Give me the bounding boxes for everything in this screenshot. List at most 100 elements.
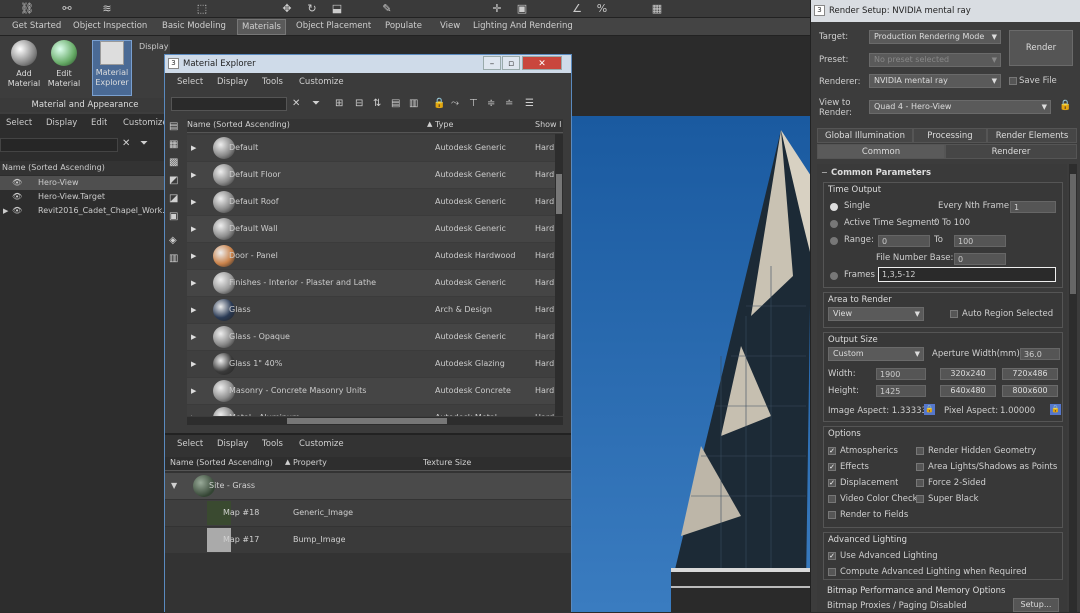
collapse-arrow-icon[interactable]: ▼ (171, 481, 177, 490)
clear-icon[interactable]: ✕ (292, 98, 300, 109)
axis-icon[interactable]: ✛ (490, 2, 504, 16)
expand-arrow-icon[interactable]: ▶ (191, 324, 196, 350)
tab-renderer[interactable]: Renderer (945, 144, 1077, 159)
size-preset-button[interactable]: 720x486 (1002, 368, 1058, 380)
expand-arrow-icon[interactable]: ▶ (191, 378, 196, 404)
expand-arrow-icon[interactable]: ▶ (191, 216, 196, 242)
scene-row[interactable]: ▶ 👁 Revit2016_Cadet_Chapel_Work... (0, 204, 166, 218)
eye-icon[interactable]: 👁 (12, 204, 22, 218)
expand-arrow-icon[interactable]: ▶ (191, 135, 196, 161)
range-radio[interactable] (830, 237, 838, 245)
snap-toggle-icon[interactable]: ▣ (515, 2, 529, 16)
sort-icon[interactable]: ⇅ (373, 98, 381, 109)
option-checkbox[interactable] (828, 495, 836, 503)
sort-ascending-icon[interactable]: ▲ (285, 458, 290, 466)
scene-menu-customize[interactable]: Customize (123, 118, 168, 128)
tab-object-inspection[interactable]: Object Inspection (73, 21, 147, 31)
detail-column-name[interactable]: Name (Sorted Ascending) (170, 458, 273, 467)
angle-snap-icon[interactable]: ∠ (570, 2, 584, 16)
tab-lighting-rendering[interactable]: Lighting And Rendering (473, 21, 573, 31)
height-spinner[interactable]: 1425 (876, 385, 926, 397)
expand-arrow-icon[interactable]: ▶ (191, 297, 196, 323)
tab-object-placement[interactable]: Object Placement (296, 21, 371, 31)
sheet2-icon[interactable]: ▥ (409, 98, 418, 109)
compute-advanced-lighting-checkbox[interactable] (828, 568, 836, 576)
collapse-minus-icon[interactable]: − (821, 168, 828, 177)
material-row[interactable]: ▶ Glass Arch & Design Hard (187, 297, 555, 323)
detail-column-texture[interactable]: Texture Size (423, 458, 471, 467)
filter-icon[interactable]: ⏷ (140, 138, 148, 149)
expand-arrow-icon[interactable]: ▶ (191, 351, 196, 377)
eye-icon[interactable]: 👁 (12, 190, 22, 204)
column-show-in[interactable]: Show In (535, 120, 561, 129)
column-type[interactable]: Type (435, 120, 453, 129)
tab-processing[interactable]: Processing (913, 128, 987, 143)
scrollbar-thumb[interactable] (556, 174, 562, 214)
expand-arrow-icon[interactable]: ▶ (191, 189, 196, 215)
menu-select[interactable]: Select (177, 77, 203, 87)
lock-icon[interactable]: 🔒 (1059, 100, 1071, 111)
tab-render-elements[interactable]: Render Elements (987, 128, 1077, 143)
percent-snap-icon[interactable]: % (595, 2, 609, 16)
scene-menu-display[interactable]: Display (46, 118, 77, 128)
tab-get-started[interactable]: Get Started (12, 21, 61, 31)
sheet-icon[interactable]: ▤ (391, 98, 400, 109)
option-checkbox[interactable] (828, 511, 836, 519)
expand-icon[interactable]: ≑ (487, 98, 495, 109)
material-explorer-button[interactable]: Material Explorer (92, 40, 132, 96)
menu-tools[interactable]: Tools (262, 77, 283, 87)
scrollbar-thumb[interactable] (287, 418, 447, 424)
expand-arrow-icon[interactable]: ▶ (191, 270, 196, 296)
scene-row[interactable]: 👁 Hero-View.Target (0, 190, 166, 204)
scene-row[interactable]: 👁 Hero-View (0, 176, 166, 190)
render-button[interactable]: Render (1009, 30, 1073, 66)
render-setup-title[interactable]: Render Setup: NVIDIA mental ray (811, 0, 1080, 22)
setup-button[interactable]: Setup... (1013, 598, 1059, 612)
hierarchy-icon[interactable]: ⊞ (335, 98, 343, 109)
single-radio[interactable] (830, 203, 838, 211)
lock-pixel-aspect-icon[interactable]: 🔒 (1050, 404, 1061, 415)
option-checkbox[interactable] (916, 495, 924, 503)
filter-icon[interactable]: ⏷ (312, 98, 320, 109)
snap-icon[interactable]: ✎ (380, 2, 394, 16)
detail-row[interactable]: ▼ Site - Grass (165, 473, 571, 499)
lock-icon[interactable]: 🔒 (433, 98, 445, 109)
menu-customize[interactable]: Customize (299, 77, 344, 87)
material-row[interactable]: ▶ Glass 1" 40% Autodesk Glazing Hard (187, 351, 555, 377)
expand-arrow-icon[interactable]: ▶ (3, 204, 8, 218)
detail-column-property[interactable]: Property (293, 458, 327, 467)
tab-basic-modeling[interactable]: Basic Modeling (162, 21, 226, 31)
use-advanced-lighting-checkbox[interactable]: ✓ (828, 552, 836, 560)
area-select[interactable]: View ▼ (828, 307, 924, 321)
close-icon[interactable]: ✕ (522, 56, 562, 70)
frames-radio[interactable] (830, 272, 838, 280)
every-nth-spinner[interactable]: 1 (1010, 201, 1056, 213)
aperture-spinner[interactable]: 36.0 (1020, 348, 1060, 360)
menu-display[interactable]: Display (217, 77, 248, 87)
rotate-icon[interactable]: ↻ (305, 2, 319, 16)
size-preset-button[interactable]: 320x240 (940, 368, 996, 380)
option-checkbox[interactable] (916, 463, 924, 471)
tree-icon[interactable]: ⊤ (469, 98, 478, 109)
material-row[interactable]: ▶ Default Wall Autodesk Generic Hard (187, 216, 555, 242)
output-preset-select[interactable]: Custom ▼ (828, 347, 924, 361)
maximize-icon[interactable]: ▫ (502, 56, 520, 70)
common-parameters-title[interactable]: Common Parameters (831, 168, 931, 178)
expand-arrow-icon[interactable]: ▶ (191, 162, 196, 188)
width-spinner[interactable]: 1900 (876, 368, 926, 380)
expand-arrow-icon[interactable]: ▶ (191, 243, 196, 269)
tab-populate[interactable]: Populate (385, 21, 422, 31)
target-select[interactable]: Production Rendering Mode ▼ (869, 30, 1001, 44)
scene-search-input[interactable] (0, 138, 118, 152)
display-none-icon[interactable]: ▤ (169, 121, 178, 132)
display-maps-label[interactable]: Display Maps in View (139, 42, 170, 51)
expand-arrow-icon[interactable]: ▶ (191, 405, 196, 416)
scrollbar-thumb[interactable] (1070, 174, 1076, 294)
size-preset-button[interactable]: 640x480 (940, 385, 996, 397)
vertical-scrollbar[interactable] (555, 134, 563, 416)
option-checkbox[interactable] (916, 479, 924, 487)
render-scrollbar[interactable] (1069, 164, 1077, 612)
active-segment-radio[interactable] (830, 220, 838, 228)
detail-row[interactable]: Map #17 Bump_Image (165, 527, 571, 553)
tab-materials[interactable]: Materials (237, 19, 286, 35)
